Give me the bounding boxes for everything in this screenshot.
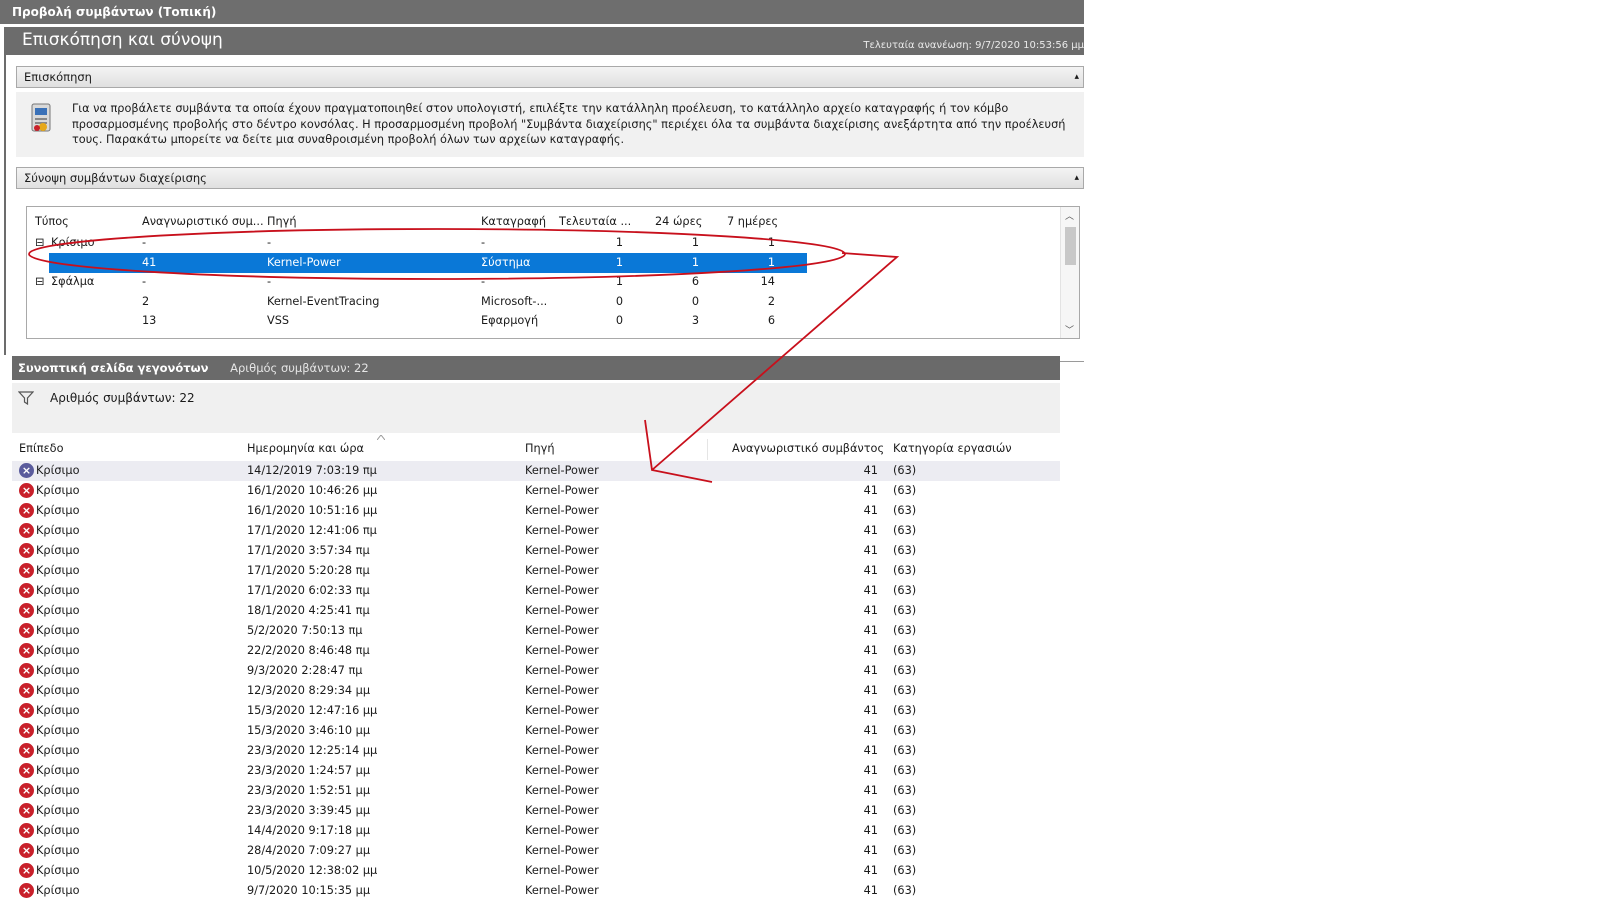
annotation-arrow-line [651,252,900,471]
annotation-arrow-head [644,419,713,483]
annotation-overlay [28,228,900,483]
annotation-ellipse [28,228,846,280]
